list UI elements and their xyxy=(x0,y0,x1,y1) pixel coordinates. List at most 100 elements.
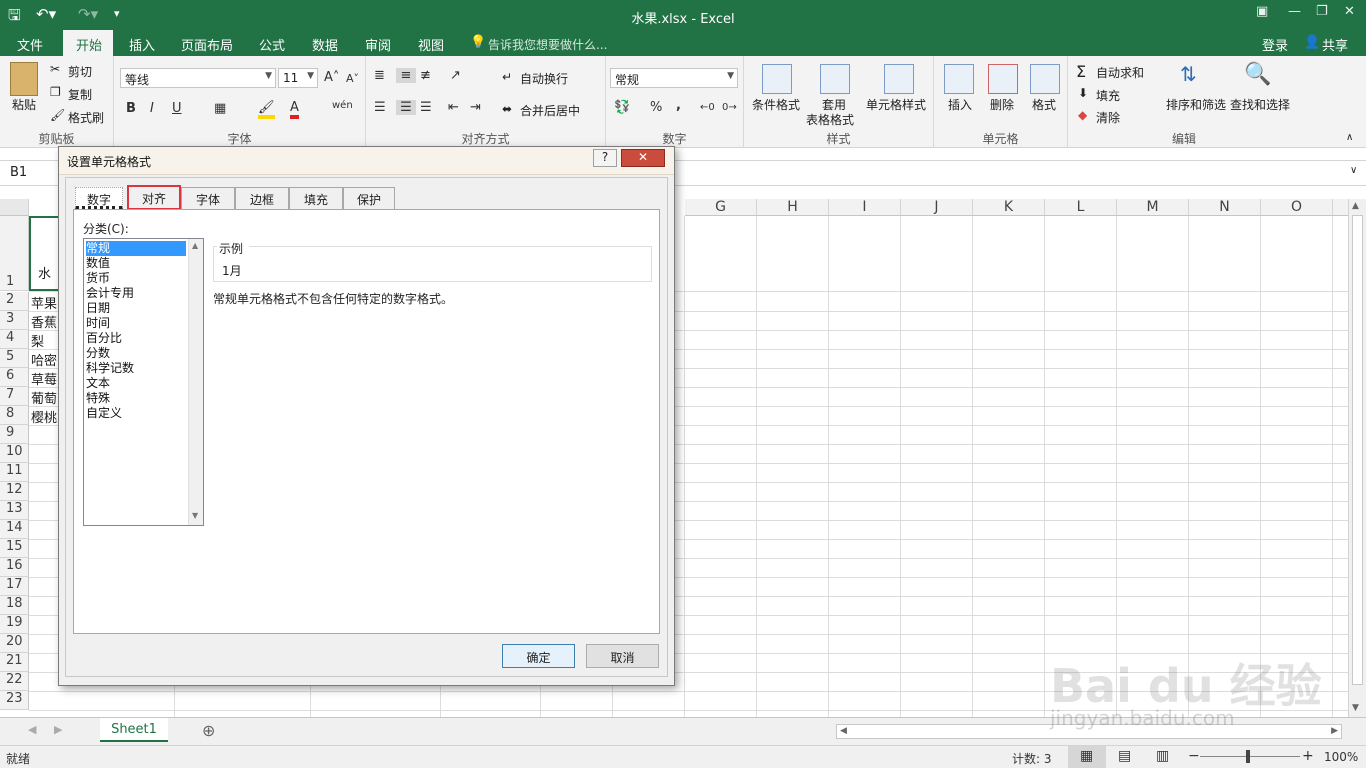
align-right-icon[interactable]: ☰ xyxy=(420,100,432,115)
select-all-corner[interactable] xyxy=(0,199,29,216)
next-sheet-icon[interactable]: ▶ xyxy=(54,723,62,736)
ribbon-display-icon[interactable]: ▣ xyxy=(1256,4,1268,19)
orientation-icon[interactable]: ↗ xyxy=(450,68,461,83)
currency-icon[interactable]: 💱 xyxy=(614,100,630,115)
row-header-3[interactable]: 3 xyxy=(0,311,29,330)
merge-center-button[interactable]: 合并后居中 xyxy=(520,102,580,119)
tab-protection[interactable]: 保护 xyxy=(343,187,395,209)
column-header-n[interactable]: N xyxy=(1189,199,1261,216)
close-icon[interactable]: ✕ xyxy=(1344,4,1355,19)
number-format-select[interactable]: 常规 ▼ xyxy=(610,68,738,88)
decrease-indent-icon[interactable]: ⇤ xyxy=(448,100,459,115)
cell-a5[interactable]: 哈密 xyxy=(31,350,57,369)
scroll-up-icon[interactable]: ▲ xyxy=(1352,201,1359,211)
row-header-11[interactable]: 11 xyxy=(0,463,29,482)
row-header-1[interactable]: 1 xyxy=(0,216,29,291)
row-header-23[interactable]: 23 xyxy=(0,691,29,710)
row-header-9[interactable]: 9 xyxy=(0,425,29,444)
category-currency[interactable]: 货币 xyxy=(86,271,110,286)
italic-button[interactable]: I xyxy=(150,101,154,116)
column-header-h[interactable]: H xyxy=(757,199,829,216)
row-header-4[interactable]: 4 xyxy=(0,330,29,349)
collapse-ribbon-icon[interactable]: ∧ xyxy=(1346,132,1353,143)
decrease-decimal-icon[interactable]: 0→ xyxy=(722,102,737,113)
cut-button[interactable]: 剪切 xyxy=(68,63,92,80)
percent-button[interactable]: % xyxy=(650,100,662,115)
fill-button[interactable]: 填充 xyxy=(1096,87,1120,104)
row-header-12[interactable]: 12 xyxy=(0,482,29,501)
tab-font[interactable]: 字体 xyxy=(181,187,235,209)
font-name-select[interactable]: 等线 ▼ xyxy=(120,68,276,88)
top-align-icon[interactable]: ≣ xyxy=(374,68,385,83)
minimize-icon[interactable]: — xyxy=(1288,4,1301,19)
vertical-scrollbar[interactable]: ▲ ▼ xyxy=(1348,199,1366,717)
ok-button[interactable]: 确定 xyxy=(502,644,575,668)
help-button[interactable]: ? xyxy=(593,149,617,167)
font-color-icon[interactable]: A xyxy=(290,100,299,119)
wrap-text-button[interactable]: 自动换行 xyxy=(520,70,568,87)
prev-sheet-icon[interactable]: ◀ xyxy=(28,723,36,736)
tab-review[interactable]: 审阅 xyxy=(365,35,391,54)
row-header-16[interactable]: 16 xyxy=(0,558,29,577)
category-text[interactable]: 文本 xyxy=(86,376,110,391)
tab-data[interactable]: 数据 xyxy=(312,35,338,54)
tab-number[interactable]: 数字 xyxy=(75,187,123,209)
conditional-format-button[interactable]: 条件格式 xyxy=(752,96,800,113)
format-as-table-button-line2[interactable]: 表格格式 xyxy=(806,111,854,128)
comma-button[interactable]: , xyxy=(676,98,681,113)
insert-cells-icon[interactable] xyxy=(944,64,974,94)
zoom-slider-thumb[interactable] xyxy=(1246,750,1250,763)
tell-me-box[interactable]: 告诉我您想要做什么... xyxy=(488,36,607,53)
column-header-partial[interactable] xyxy=(1333,199,1348,216)
row-header-8[interactable]: 8 xyxy=(0,406,29,425)
cell-a6[interactable]: 草莓 xyxy=(31,369,57,388)
format-cells-icon[interactable] xyxy=(1030,64,1060,94)
column-header-o[interactable]: O xyxy=(1261,199,1333,216)
scroll-down-icon[interactable]: ▼ xyxy=(192,511,198,520)
column-header-g[interactable]: G xyxy=(685,199,757,216)
cell-styles-icon[interactable] xyxy=(884,64,914,94)
row-header-6[interactable]: 6 xyxy=(0,368,29,387)
increase-indent-icon[interactable]: ⇥ xyxy=(470,100,481,115)
scroll-right-icon[interactable]: ▶ xyxy=(1331,726,1338,736)
page-break-view-icon[interactable]: ▥ xyxy=(1156,748,1169,764)
row-header-18[interactable]: 18 xyxy=(0,596,29,615)
underline-button[interactable]: U xyxy=(172,101,182,116)
fill-color-icon[interactable]: 🖌 xyxy=(258,100,275,119)
scroll-up-icon[interactable]: ▲ xyxy=(192,241,198,250)
bold-button[interactable]: B xyxy=(126,101,136,116)
align-center-icon[interactable]: ☰ xyxy=(396,100,416,115)
column-header-k[interactable]: K xyxy=(973,199,1045,216)
cancel-button[interactable]: 取消 xyxy=(586,644,659,668)
sheet-tab-sheet1[interactable]: Sheet1 xyxy=(100,718,168,742)
category-accounting[interactable]: 会计专用 xyxy=(86,286,134,301)
row-header-5[interactable]: 5 xyxy=(0,349,29,368)
tab-page-layout[interactable]: 页面布局 xyxy=(181,35,233,54)
decrease-font-icon[interactable]: A˅ xyxy=(346,72,359,85)
category-date[interactable]: 日期 xyxy=(86,301,110,316)
category-scientific[interactable]: 科学记数 xyxy=(86,361,134,376)
delete-cells-icon[interactable] xyxy=(988,64,1018,94)
row-header-15[interactable]: 15 xyxy=(0,539,29,558)
format-painter-button[interactable]: 格式刷 xyxy=(68,109,104,126)
restore-icon[interactable]: ❐ xyxy=(1316,4,1328,19)
row-header-21[interactable]: 21 xyxy=(0,653,29,672)
row-header-22[interactable]: 22 xyxy=(0,672,29,691)
paste-icon[interactable] xyxy=(10,62,38,96)
zoom-level[interactable]: 100% xyxy=(1324,750,1358,764)
cell-a8[interactable]: 樱桃 xyxy=(31,407,57,426)
phonetic-icon[interactable]: wén xyxy=(332,100,353,111)
sort-filter-button[interactable]: 排序和筛选 xyxy=(1166,96,1226,113)
row-header-10[interactable]: 10 xyxy=(0,444,29,463)
tab-file[interactable]: 文件 xyxy=(17,35,43,54)
delete-cells-button[interactable]: 删除 xyxy=(990,96,1014,113)
bottom-align-icon[interactable]: ≢ xyxy=(420,68,431,83)
row-header-19[interactable]: 19 xyxy=(0,615,29,634)
paste-button[interactable]: 粘贴 xyxy=(12,96,36,113)
find-select-button[interactable]: 查找和选择 xyxy=(1230,96,1290,113)
category-time[interactable]: 时间 xyxy=(86,316,110,331)
cell-a4[interactable]: 梨 xyxy=(31,331,44,350)
tab-alignment[interactable]: 对齐 xyxy=(127,185,181,210)
border-icon[interactable]: ▦ xyxy=(214,101,226,116)
cell-a2[interactable]: 苹果 xyxy=(31,293,57,312)
